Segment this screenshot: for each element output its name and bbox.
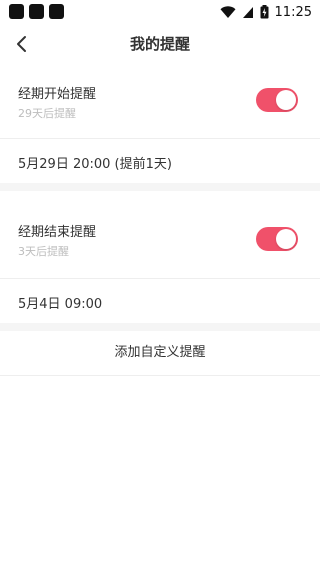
reminder-row-end: 经期结束提醒 3天后提醒 xyxy=(0,205,320,279)
battery-charging-icon xyxy=(260,5,269,19)
reminder-time-row-start[interactable]: 5月29日 20:00 (提前1天) xyxy=(0,139,320,183)
reminder-row-start: 经期开始提醒 29天后提醒 xyxy=(0,68,320,139)
signal-icon xyxy=(242,6,253,18)
notification-icon xyxy=(29,4,44,19)
top-bar: 我的提醒 xyxy=(0,24,320,64)
reminder-end-toggle[interactable] xyxy=(256,227,298,251)
status-bar: 11:25 xyxy=(0,0,320,24)
reminder-time: 5月29日 20:00 (提前1天) xyxy=(18,157,172,172)
status-time: 11:25 xyxy=(274,4,312,20)
toggle-knob xyxy=(276,90,296,110)
notification-icon xyxy=(49,4,64,19)
reminder-subtitle: 29天后提醒 xyxy=(18,107,76,120)
reminder-title: 经期开始提醒 xyxy=(18,87,97,102)
reminder-subtitle: 3天后提醒 xyxy=(18,245,69,258)
status-icons: 11:25 xyxy=(220,3,312,21)
reminder-time: 5月4日 09:00 xyxy=(18,297,103,312)
section-divider xyxy=(0,183,320,191)
notification-icon xyxy=(9,4,24,19)
reminder-title: 经期结束提醒 xyxy=(18,225,97,240)
wifi-icon xyxy=(220,5,236,18)
section-divider xyxy=(0,323,320,331)
reminder-start-toggle[interactable] xyxy=(256,88,298,112)
toggle-knob xyxy=(276,229,296,249)
add-custom-reminder-button[interactable]: 添加自定义提醒 xyxy=(0,331,320,376)
page-title: 我的提醒 xyxy=(129,35,190,53)
reminder-time-row-end[interactable]: 5月4日 09:00 xyxy=(0,279,320,323)
